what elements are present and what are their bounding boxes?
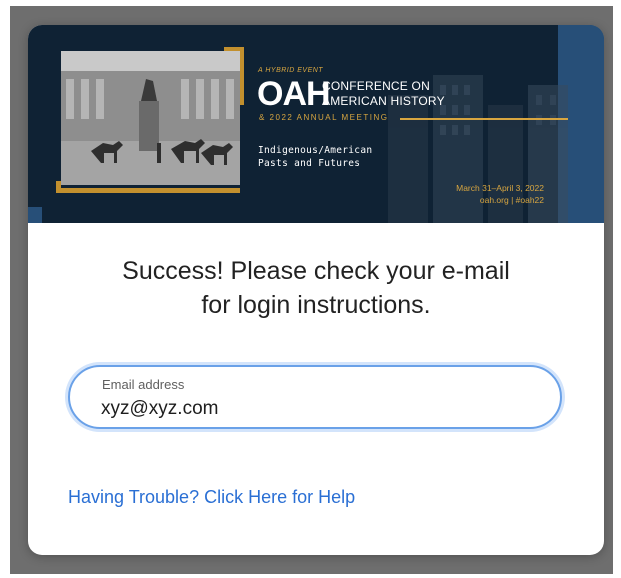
email-field[interactable]: Email address xyz@xyz.com	[68, 365, 562, 429]
oah-logo: OAH	[257, 75, 331, 113]
conference-banner: A HYBRID EVENT OAH CONFERENCE ON AMERICA…	[28, 25, 604, 223]
banner-subtitle: & 2022 ANNUAL MEETING	[259, 113, 389, 122]
email-field-label: Email address	[102, 377, 185, 392]
banner-title-line1: CONFERENCE ON	[322, 79, 430, 93]
banner-dates: March 31–April 3, 2022	[456, 183, 544, 193]
banner-site-hashtag: oah.org | #oah22	[479, 195, 544, 205]
help-link[interactable]: Having Trouble? Click Here for Help	[68, 487, 355, 508]
login-dialog: A HYBRID EVENT OAH CONFERENCE ON AMERICA…	[28, 25, 604, 555]
success-message-line1: Success! Please check your e-mail	[122, 257, 510, 285]
banner-tagline: A HYBRID EVENT	[258, 67, 324, 74]
historic-photo	[61, 51, 240, 185]
email-field-value[interactable]: xyz@xyz.com	[101, 398, 218, 420]
banner-title-line2: AMERICAN HISTORY	[322, 94, 445, 108]
banner-theme-line1: Indigenous/American	[258, 145, 373, 156]
success-message: Success! Please check your e-mail for lo…	[28, 254, 604, 322]
banner-accent-block-left	[28, 207, 42, 223]
success-message-line2: for login instructions.	[201, 291, 431, 319]
banner-gold-rule	[400, 118, 568, 120]
banner-theme-line2: Pasts and Futures	[258, 158, 361, 169]
